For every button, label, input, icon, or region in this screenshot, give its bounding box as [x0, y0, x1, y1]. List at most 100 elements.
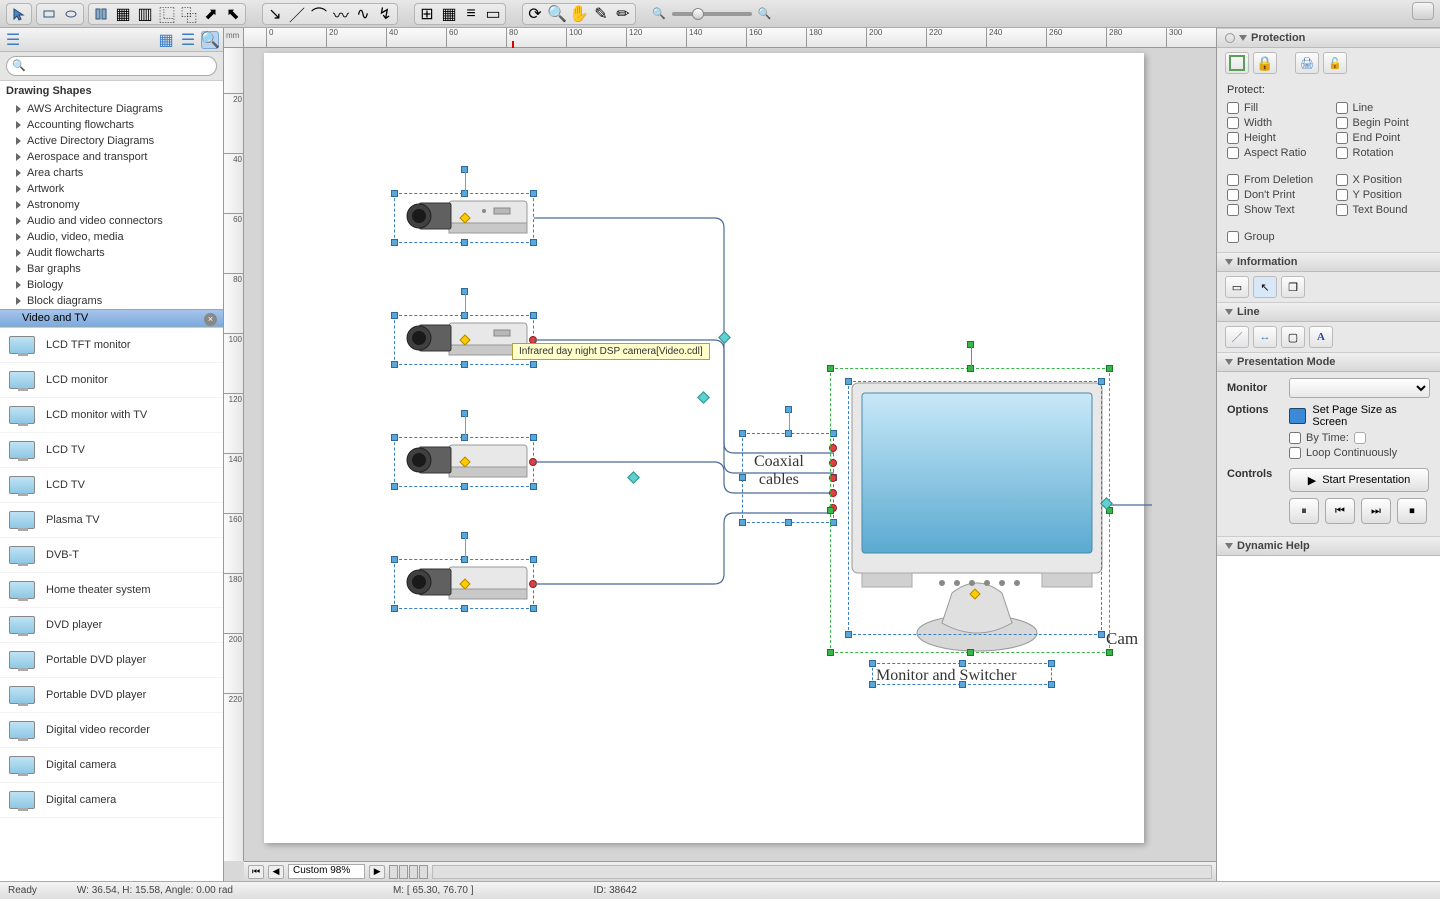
- shape-item[interactable]: LCD monitor: [0, 363, 223, 398]
- protect-check[interactable]: Show Text: [1227, 204, 1322, 216]
- first-page-icon[interactable]: ⏮: [248, 865, 264, 879]
- shape-item[interactable]: DVD player: [0, 608, 223, 643]
- view-grid-icon[interactable]: ▦: [157, 31, 175, 49]
- shape-item[interactable]: Digital video recorder: [0, 713, 223, 748]
- active-library-header[interactable]: Video and TV ×: [0, 309, 223, 327]
- by-time-input[interactable]: [1354, 432, 1366, 444]
- protect-check[interactable]: Don't Print: [1227, 189, 1322, 201]
- zoom-out-icon[interactable]: 🔍: [652, 7, 666, 20]
- shape-item[interactable]: DVB-T: [0, 538, 223, 573]
- protect-check[interactable]: From Deletion: [1227, 174, 1322, 186]
- stop-icon[interactable]: ⏹: [1397, 498, 1427, 524]
- library-tree-icon[interactable]: ☰: [4, 31, 22, 49]
- shape-list[interactable]: LCD TFT monitorLCD monitorLCD monitor wi…: [0, 327, 223, 881]
- protection-bounds-icon[interactable]: [1225, 52, 1249, 74]
- library-category[interactable]: AWS Architecture Diagrams: [0, 101, 223, 117]
- protect-check[interactable]: Fill: [1227, 102, 1322, 114]
- stamp-icon[interactable]: ✎: [591, 5, 611, 23]
- align-icon[interactable]: [91, 5, 111, 23]
- library-category[interactable]: Audit flowcharts: [0, 245, 223, 261]
- bezier-icon[interactable]: ∿: [353, 5, 373, 23]
- protect-check[interactable]: Line: [1336, 102, 1431, 114]
- grid-icon[interactable]: ▦: [439, 5, 459, 23]
- zoom-dropdown[interactable]: Custom 98%: [288, 864, 365, 879]
- connector-midpoint[interactable]: [718, 331, 731, 344]
- protect-check[interactable]: X Position: [1336, 174, 1431, 186]
- route-icon[interactable]: ↯: [375, 5, 395, 23]
- mac-window-button[interactable]: [1412, 2, 1434, 20]
- library-category[interactable]: Biology: [0, 277, 223, 293]
- library-category[interactable]: Artwork: [0, 181, 223, 197]
- dynamic-help-header[interactable]: Dynamic Help: [1217, 536, 1440, 556]
- library-category[interactable]: Audio and video connectors: [0, 213, 223, 229]
- shape-item[interactable]: LCD TFT monitor: [0, 328, 223, 363]
- guides-icon[interactable]: ≡: [461, 5, 481, 23]
- info-layers-icon[interactable]: ❐: [1281, 276, 1305, 298]
- pan-icon[interactable]: ✋: [569, 5, 589, 23]
- line-shadow-icon[interactable]: ▢: [1281, 326, 1305, 348]
- drawing-page[interactable]: Infrared day night DSP camera[Video.cdl]: [264, 53, 1144, 843]
- next-icon[interactable]: ⏭: [1361, 498, 1391, 524]
- protection-header[interactable]: Protection: [1217, 28, 1440, 48]
- refresh-icon[interactable]: ⟳: [525, 5, 545, 23]
- arc-icon[interactable]: ⌒: [309, 5, 329, 23]
- protect-group-check[interactable]: Group: [1227, 231, 1430, 243]
- ungroup-icon[interactable]: ⿻: [179, 5, 199, 23]
- library-category[interactable]: Active Directory Diagrams: [0, 133, 223, 149]
- prev-page-icon[interactable]: ◀: [268, 865, 284, 879]
- library-tree[interactable]: Drawing Shapes AWS Architecture Diagrams…: [0, 81, 223, 309]
- library-category[interactable]: Bar graphs: [0, 261, 223, 277]
- rulers-icon[interactable]: ▭: [483, 5, 503, 23]
- line-arrows-icon[interactable]: ↔: [1253, 326, 1277, 348]
- coaxial-label[interactable]: Coaxial cables: [754, 453, 804, 489]
- monitor-select[interactable]: [1289, 378, 1430, 398]
- front-icon[interactable]: ⬈: [201, 5, 221, 23]
- information-header[interactable]: Information: [1217, 252, 1440, 272]
- shape-item[interactable]: Plasma TV: [0, 503, 223, 538]
- protect-check[interactable]: Text Bound: [1336, 204, 1431, 216]
- shape-item[interactable]: Portable DVD player: [0, 678, 223, 713]
- line-icon[interactable]: ／: [287, 5, 307, 23]
- library-category[interactable]: Aerospace and transport: [0, 149, 223, 165]
- library-category[interactable]: Block diagrams: [0, 293, 223, 309]
- start-presentation-button[interactable]: ▶Start Presentation: [1289, 468, 1429, 492]
- presentation-header[interactable]: Presentation Mode: [1217, 352, 1440, 372]
- rect-tool-icon[interactable]: [39, 5, 59, 23]
- shape-item[interactable]: Home theater system: [0, 573, 223, 608]
- loop-check[interactable]: Loop Continuously: [1289, 447, 1430, 459]
- shape-item[interactable]: LCD monitor with TV: [0, 398, 223, 433]
- horizontal-scrollbar[interactable]: [432, 865, 1212, 879]
- back-icon[interactable]: ⬉: [223, 5, 243, 23]
- edit-icon[interactable]: ✏: [613, 5, 633, 23]
- next-page-icon[interactable]: ▶: [369, 865, 385, 879]
- library-category[interactable]: Audio, video, media: [0, 229, 223, 245]
- protection-unlock-icon[interactable]: 🔓: [1323, 52, 1347, 74]
- spline-icon[interactable]: 〰: [331, 5, 351, 23]
- shape-item[interactable]: Portable DVD player: [0, 643, 223, 678]
- protect-check[interactable]: Aspect Ratio: [1227, 147, 1322, 159]
- view-list-icon[interactable]: ☰: [179, 31, 197, 49]
- protect-check[interactable]: End Point: [1336, 132, 1431, 144]
- protect-check[interactable]: Rotation: [1336, 147, 1431, 159]
- shape-item[interactable]: LCD TV: [0, 433, 223, 468]
- protection-print-icon[interactable]: 🖨: [1295, 52, 1319, 74]
- shape-item[interactable]: LCD TV: [0, 468, 223, 503]
- line-text-icon[interactable]: A: [1309, 326, 1333, 348]
- distribute-h-icon[interactable]: ▦: [113, 5, 133, 23]
- zoom-icon[interactable]: 🔍: [547, 5, 567, 23]
- protect-check[interactable]: Height: [1227, 132, 1322, 144]
- pointer-tool-icon[interactable]: [9, 5, 29, 23]
- zoom-slider[interactable]: 🔍 🔍: [652, 7, 771, 20]
- search-tab-icon[interactable]: 🔍: [201, 31, 219, 49]
- connector-midpoint[interactable]: [627, 471, 640, 484]
- page-thumbnails[interactable]: [389, 865, 428, 879]
- library-category[interactable]: Accounting flowcharts: [0, 117, 223, 133]
- library-category[interactable]: Astronomy: [0, 197, 223, 213]
- cam-label[interactable]: Cam: [1106, 629, 1138, 649]
- connector-midpoint[interactable]: [697, 391, 710, 404]
- by-time-check[interactable]: By Time:: [1289, 432, 1430, 444]
- close-library-icon[interactable]: ×: [204, 313, 217, 326]
- page-viewport[interactable]: Infrared day night DSP camera[Video.cdl]: [244, 48, 1216, 861]
- snap-icon[interactable]: ⊞: [417, 5, 437, 23]
- group-icon[interactable]: ⿺: [157, 5, 177, 23]
